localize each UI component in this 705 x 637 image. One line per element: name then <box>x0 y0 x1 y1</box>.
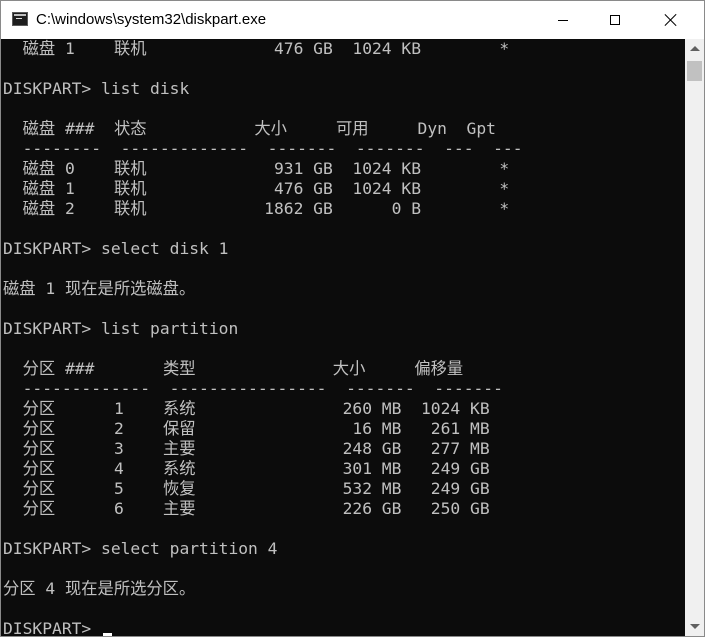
console-line: 磁盘 ### 状态 大小 可用 Dyn Gpt <box>3 119 496 138</box>
console-output[interactable]: 磁盘 1 联机 476 GB 1024 KB * DISKPART> list … <box>1 39 685 636</box>
console-line: 分区 4 系统 301 MB 249 GB <box>3 459 490 478</box>
console-line: DISKPART> list disk <box>3 79 190 98</box>
title-bar[interactable]: C:\windows\system32\diskpart.exe <box>1 1 704 39</box>
console-line: 磁盘 2 联机 1862 GB 0 B * <box>3 199 510 218</box>
maximize-icon <box>610 15 620 25</box>
console-line: -------- ------------- ------- ------- -… <box>3 139 523 158</box>
console-line: 分区 2 保留 16 MB 261 MB <box>3 419 490 438</box>
console-line: 分区 3 主要 248 GB 277 MB <box>3 439 490 458</box>
console-line: 分区 ### 类型 大小 偏移量 <box>3 359 464 378</box>
console-line: 分区 4 现在是所选分区。 <box>3 579 196 598</box>
console-line: ------------- ---------------- ------- -… <box>3 379 503 398</box>
console-line: DISKPART> select disk 1 <box>3 239 229 258</box>
minimize-icon <box>558 19 568 21</box>
console-window: C:\windows\system32\diskpart.exe 磁盘 1 联机… <box>0 0 705 637</box>
console-prompt[interactable]: DISKPART> <box>3 619 101 636</box>
console-line: 磁盘 1 现在是所选磁盘。 <box>3 279 196 298</box>
console-line: 分区 5 恢复 532 MB 249 GB <box>3 479 490 498</box>
maximize-button[interactable] <box>592 1 638 39</box>
console-line: DISKPART> list partition <box>3 319 239 338</box>
text-cursor <box>103 633 112 636</box>
scroll-up-icon[interactable] <box>690 46 700 51</box>
minimize-button[interactable] <box>540 1 586 39</box>
vertical-scrollbar[interactable] <box>685 39 704 636</box>
console-line: 磁盘 0 联机 931 GB 1024 KB * <box>3 159 510 178</box>
console-line: 磁盘 1 联机 476 GB 1024 KB * <box>3 39 510 58</box>
console-line: 分区 6 主要 226 GB 250 GB <box>3 499 490 518</box>
console-line: 磁盘 1 联机 476 GB 1024 KB * <box>3 179 510 198</box>
scrollbar-thumb[interactable] <box>687 61 702 81</box>
window-title: C:\windows\system32\diskpart.exe <box>36 11 267 28</box>
console-line: DISKPART> select partition 4 <box>3 539 278 558</box>
scroll-down-icon[interactable] <box>690 624 700 629</box>
close-button[interactable] <box>648 1 694 39</box>
close-icon <box>664 13 678 27</box>
console-icon[interactable] <box>12 12 28 26</box>
console-line: 分区 1 系统 260 MB 1024 KB <box>3 399 490 418</box>
